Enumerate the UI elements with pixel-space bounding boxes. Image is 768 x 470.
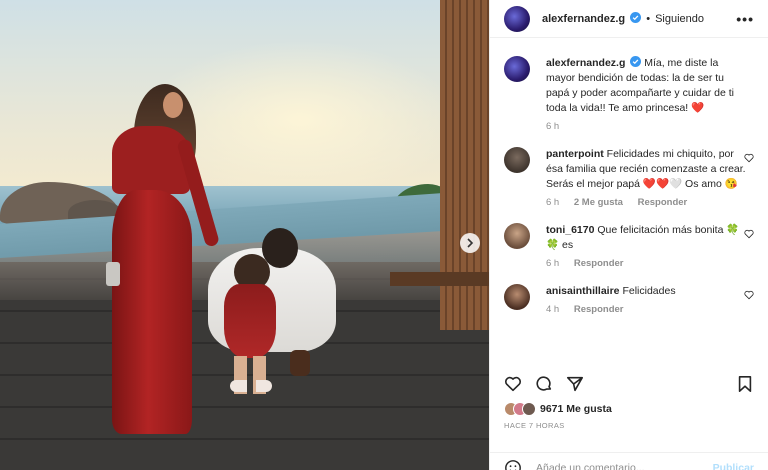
- commenter-avatar[interactable]: [504, 284, 530, 310]
- post-actions: [504, 371, 754, 397]
- liker-avatars: [504, 402, 536, 416]
- comment-item: panterpoint Felicidades mi chiquito, por…: [504, 147, 754, 209]
- handbag: [106, 262, 120, 286]
- comment-time[interactable]: 6 h: [546, 258, 559, 269]
- comment-emoji: ❤️❤️🤍: [642, 178, 683, 190]
- woman-red-dress: [112, 190, 192, 434]
- girl-red-dress: [224, 284, 276, 358]
- liker-avatar: [522, 402, 536, 416]
- comment-username[interactable]: panterpoint: [546, 148, 604, 160]
- man-shoe: [290, 350, 310, 376]
- next-photo-button[interactable]: [460, 233, 480, 253]
- comment-text: Que felicitación más bonita: [597, 224, 727, 236]
- share-icon[interactable]: [566, 375, 584, 393]
- comment-likes[interactable]: 2 Me gusta: [574, 197, 623, 208]
- reply-button[interactable]: Responder: [574, 258, 624, 269]
- woman-face: [163, 92, 183, 118]
- caption-username[interactable]: alexfernandez.g: [546, 57, 625, 69]
- commenter-avatar[interactable]: [504, 147, 530, 173]
- follow-button[interactable]: Siguiendo: [655, 13, 704, 25]
- emoji-icon[interactable]: [504, 459, 522, 470]
- woman-top: [112, 126, 190, 194]
- author-username[interactable]: alexfernandez.g: [542, 12, 642, 25]
- publish-button[interactable]: Publicar: [713, 462, 754, 470]
- comment-text: Felicidades: [622, 285, 676, 297]
- like-comment-heart-icon[interactable]: [744, 229, 754, 239]
- post-age: HACE 7 HORAS: [504, 421, 565, 430]
- comment-item: toni_6170 Que felicitación más bonita 🍀🍀…: [504, 223, 754, 270]
- caption-emoji: ❤️: [691, 102, 705, 114]
- comment-username[interactable]: anisainthillaire: [546, 285, 620, 297]
- post-photo[interactable]: [0, 0, 489, 470]
- separator-dot: •: [646, 12, 651, 25]
- commenter-avatar[interactable]: [504, 223, 530, 249]
- chevron-right-icon: [467, 238, 474, 248]
- comments-list[interactable]: alexfernandez.g Mía, me diste la mayor b…: [490, 38, 768, 360]
- post-header: alexfernandez.g • Siguiendo •••: [490, 0, 768, 38]
- author-name[interactable]: alexfernandez.g: [542, 13, 625, 25]
- add-comment-bar: Añade un comentario... Publicar: [490, 452, 768, 470]
- more-horizontal-icon[interactable]: •••: [736, 11, 754, 27]
- verified-badge-icon: [630, 56, 642, 67]
- reply-button[interactable]: Responder: [638, 197, 688, 208]
- like-comment-heart-icon[interactable]: [744, 153, 754, 163]
- author-avatar[interactable]: [504, 5, 530, 32]
- comment-emoji-2: 😘: [724, 178, 738, 190]
- comment-time[interactable]: 4 h: [546, 304, 559, 315]
- comment-icon[interactable]: [535, 375, 553, 393]
- comment-username[interactable]: toni_6170: [546, 224, 594, 236]
- author-avatar[interactable]: [504, 56, 530, 82]
- pillar-base: [390, 272, 489, 286]
- bookmark-icon[interactable]: [736, 375, 754, 393]
- comment-time[interactable]: 6 h: [546, 197, 559, 208]
- heart-icon[interactable]: [504, 375, 522, 393]
- comment-input[interactable]: Añade un comentario...: [536, 462, 645, 470]
- likes-row[interactable]: 9671 Me gusta: [504, 402, 612, 416]
- comment-text-2: Os amo: [682, 178, 725, 190]
- girl-shoes: [230, 380, 272, 392]
- post-panel: alexfernandez.g • Siguiendo ••• alexfern…: [489, 0, 768, 470]
- verified-badge-icon: [630, 12, 642, 23]
- comment-text-2: es: [562, 239, 574, 251]
- caption: alexfernandez.g Mía, me diste la mayor b…: [504, 56, 754, 133]
- reply-button[interactable]: Responder: [574, 304, 624, 315]
- caption-time[interactable]: 6 h: [546, 121, 559, 132]
- likes-count[interactable]: 9671 Me gusta: [540, 403, 612, 415]
- comment-item: anisainthillaire Felicidades 4 h Respond…: [504, 284, 754, 316]
- like-comment-heart-icon[interactable]: [744, 290, 754, 300]
